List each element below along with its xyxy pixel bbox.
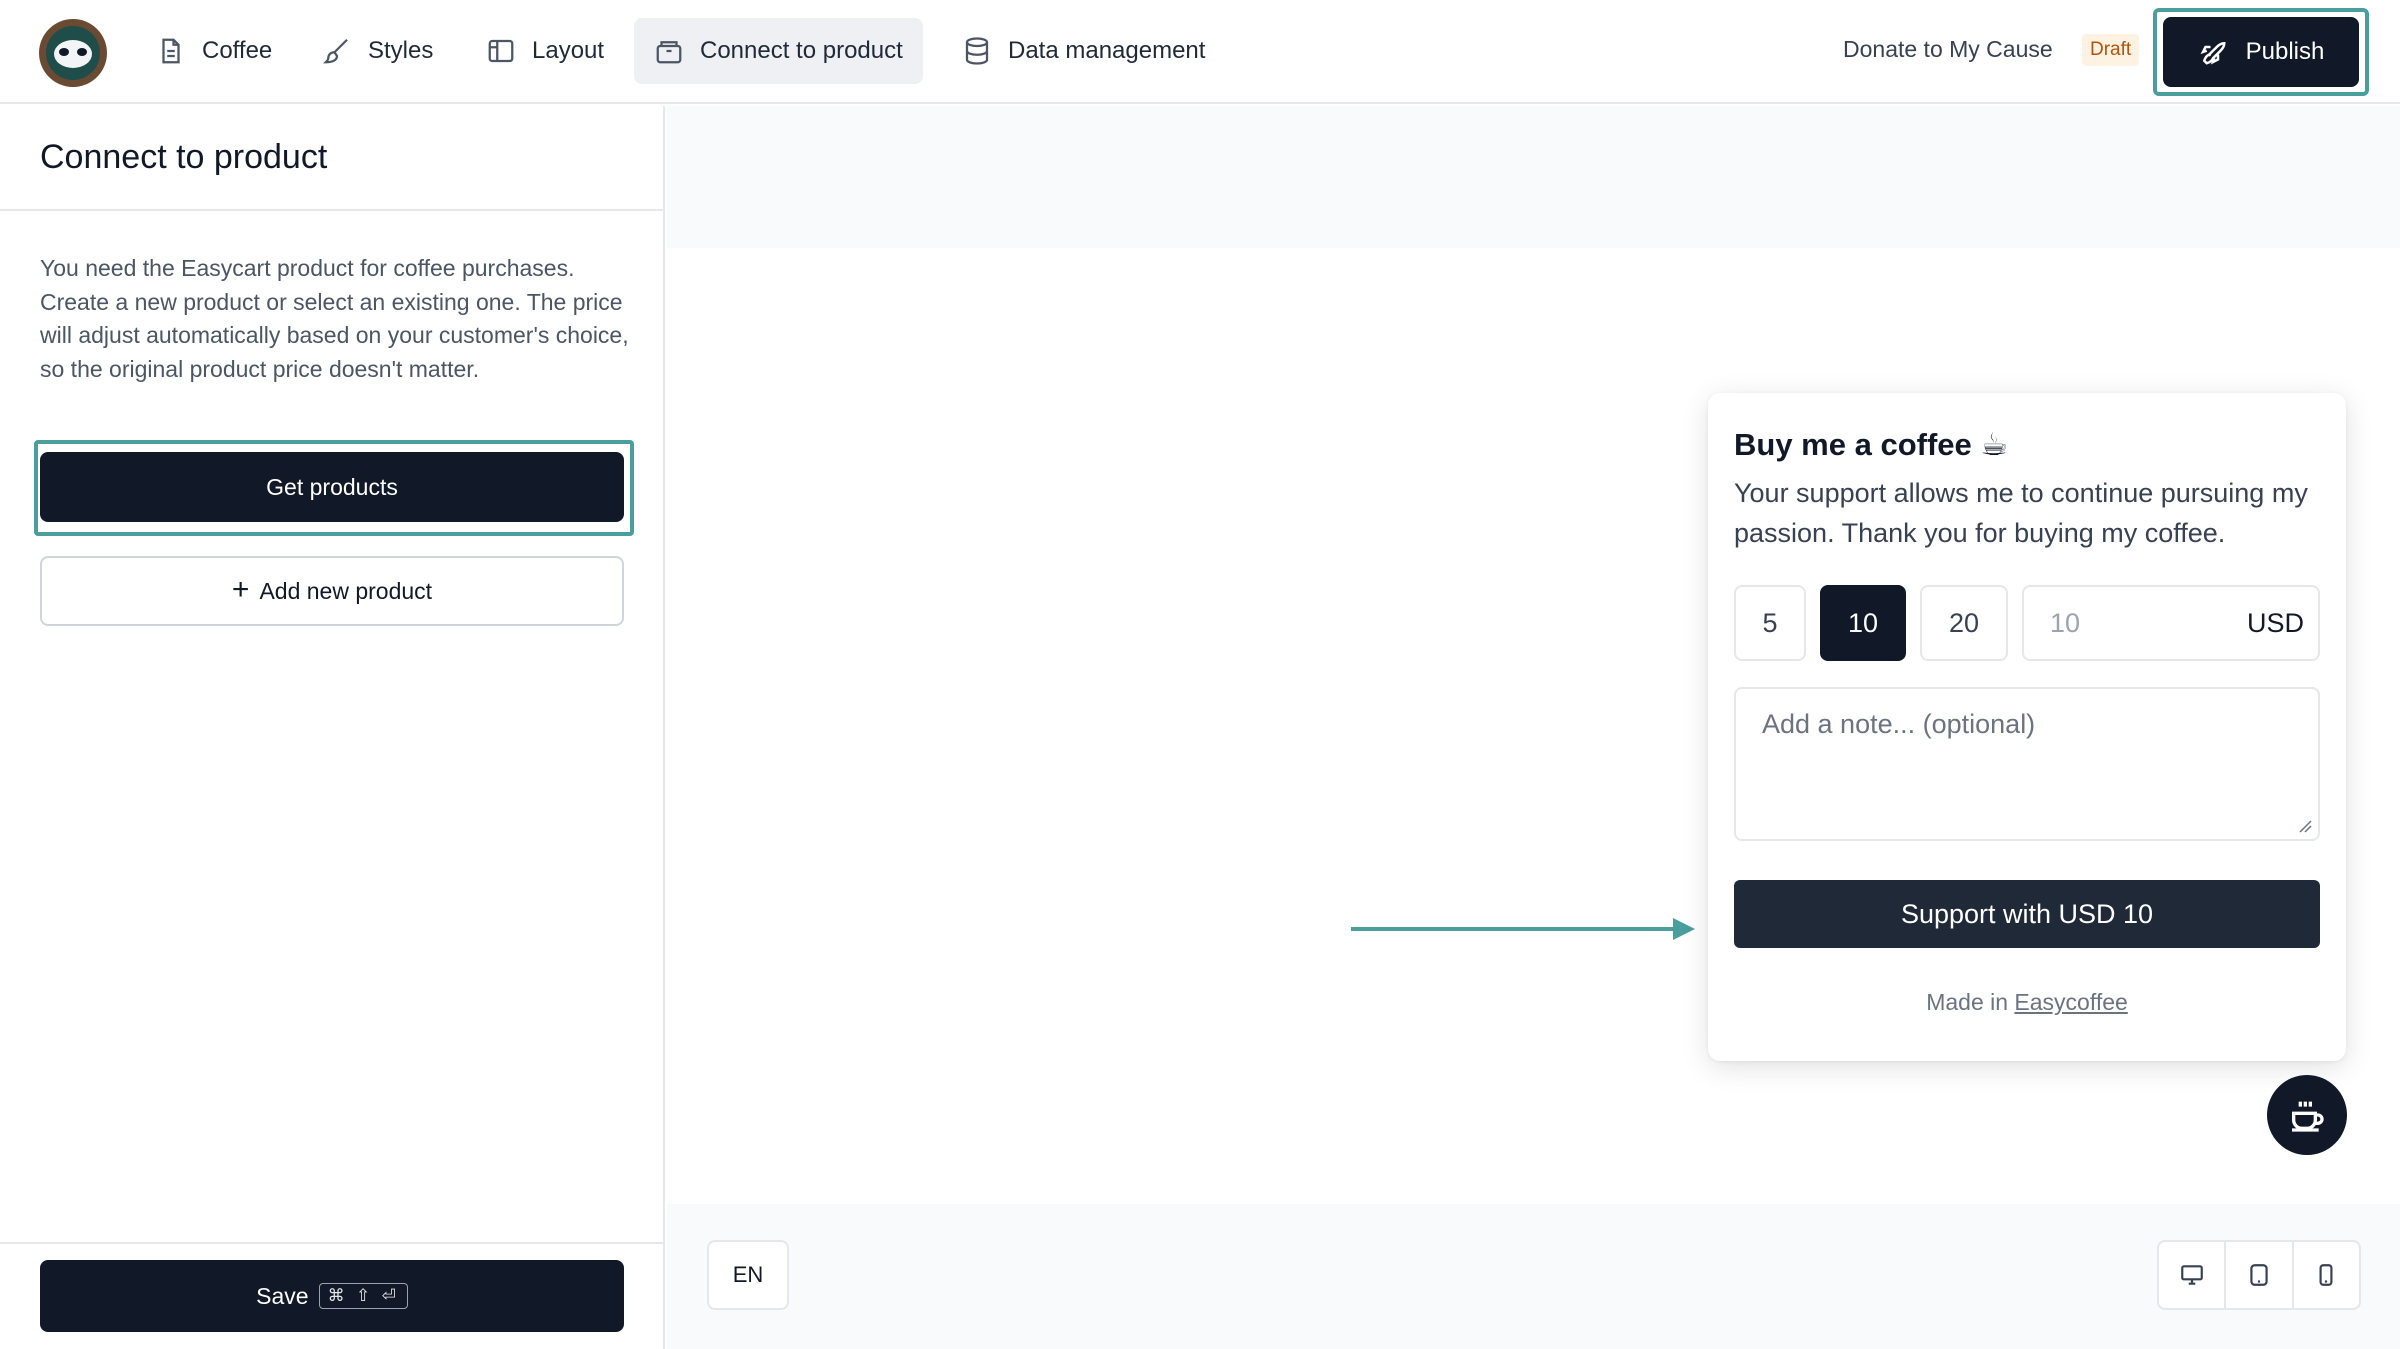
coffee-launcher-button[interactable] — [2267, 1075, 2347, 1155]
canvas-header-band — [667, 106, 2400, 248]
nav-connect-to-product[interactable]: Connect to product — [634, 18, 923, 84]
device-tablet[interactable] — [2226, 1242, 2294, 1308]
custom-amount-input[interactable]: 10 USD — [2022, 585, 2320, 661]
nav-data-label: Data management — [1008, 37, 1206, 64]
canvas-footer-band — [667, 1204, 2400, 1349]
device-switcher — [2157, 1240, 2361, 1310]
layout-icon — [488, 39, 514, 63]
support-button[interactable]: Support with USD 10 — [1734, 880, 2320, 948]
add-new-product-button[interactable]: + Add new product — [40, 556, 624, 626]
mobile-icon — [2319, 1264, 2333, 1286]
widget-description: Your support allows me to continue pursu… — [1734, 478, 2308, 548]
tablet-icon — [2250, 1264, 2268, 1286]
save-label: Save — [256, 1282, 309, 1309]
publish-button[interactable]: Publish — [2163, 17, 2359, 87]
coffee-widget: Buy me a coffee ☕ Your support allows me… — [1708, 393, 2346, 1061]
box-icon — [656, 41, 682, 64]
database-icon — [965, 37, 989, 65]
get-products-button[interactable]: Get products — [40, 452, 624, 522]
app-logo[interactable] — [39, 19, 107, 87]
made-in-prefix: Made in — [1926, 989, 2009, 1015]
divider — [0, 209, 663, 211]
annotation-arrow-icon — [1351, 918, 1695, 940]
nav-coffee[interactable]: Coffee — [136, 18, 292, 84]
nav-connect-label: Connect to product — [700, 37, 903, 64]
publish-label: Publish — [2245, 38, 2325, 65]
language-button[interactable]: EN — [707, 1240, 789, 1310]
amount-option-10[interactable]: 10 — [1820, 585, 1906, 661]
divider — [0, 1242, 663, 1244]
project-name: Donate to My Cause — [1843, 36, 2053, 62]
top-bar: Coffee Styles Layout Connect to product … — [0, 0, 2400, 104]
save-button[interactable]: Save ⌘ ⇧ ⏎ — [40, 1260, 624, 1332]
amount-option-20[interactable]: 20 — [1920, 585, 2008, 661]
add-new-product-label: Add new product — [259, 577, 433, 604]
nav-layout[interactable]: Layout — [466, 18, 624, 84]
sloth-avatar-icon — [46, 26, 100, 80]
device-desktop[interactable] — [2159, 1242, 2227, 1308]
status-badge: Draft — [2082, 34, 2140, 66]
sidebar-title: Connect to product — [40, 138, 328, 176]
made-in-footer: Made in Easycoffee — [1708, 989, 2346, 1016]
coffee-cup-icon — [2292, 1101, 2324, 1132]
custom-amount-value: 10 — [2050, 607, 2081, 638]
currency-label: USD — [2246, 607, 2304, 638]
preview-canvas: Buy me a coffee ☕ Your support allows me… — [667, 106, 2400, 1349]
brush-icon — [323, 38, 348, 64]
note-textarea[interactable]: Add a note... (optional) — [1734, 687, 2320, 841]
note-placeholder: Add a note... (optional) — [1762, 709, 2036, 739]
plus-icon: + — [231, 572, 250, 606]
rocket-icon — [2200, 41, 2226, 65]
keyboard-shortcut: ⌘ ⇧ ⏎ — [318, 1283, 408, 1309]
nav-layout-label: Layout — [532, 37, 605, 64]
sidebar: Connect to product You need the Easycart… — [0, 106, 665, 1349]
desktop-icon — [2180, 1265, 2203, 1285]
easycoffee-link[interactable]: Easycoffee — [2014, 989, 2127, 1015]
widget-title: Buy me a coffee ☕ — [1734, 427, 2009, 462]
nav-data-management[interactable]: Data management — [942, 18, 1225, 84]
nav-styles[interactable]: Styles — [302, 18, 453, 84]
resize-handle-icon[interactable] — [2298, 819, 2312, 833]
nav-coffee-label: Coffee — [202, 37, 273, 64]
amount-option-5[interactable]: 5 — [1734, 585, 1806, 661]
document-icon — [162, 38, 180, 64]
sidebar-description: You need the Easycart product for coffee… — [40, 255, 629, 382]
nav-styles-label: Styles — [368, 37, 434, 64]
device-mobile[interactable] — [2294, 1242, 2359, 1308]
